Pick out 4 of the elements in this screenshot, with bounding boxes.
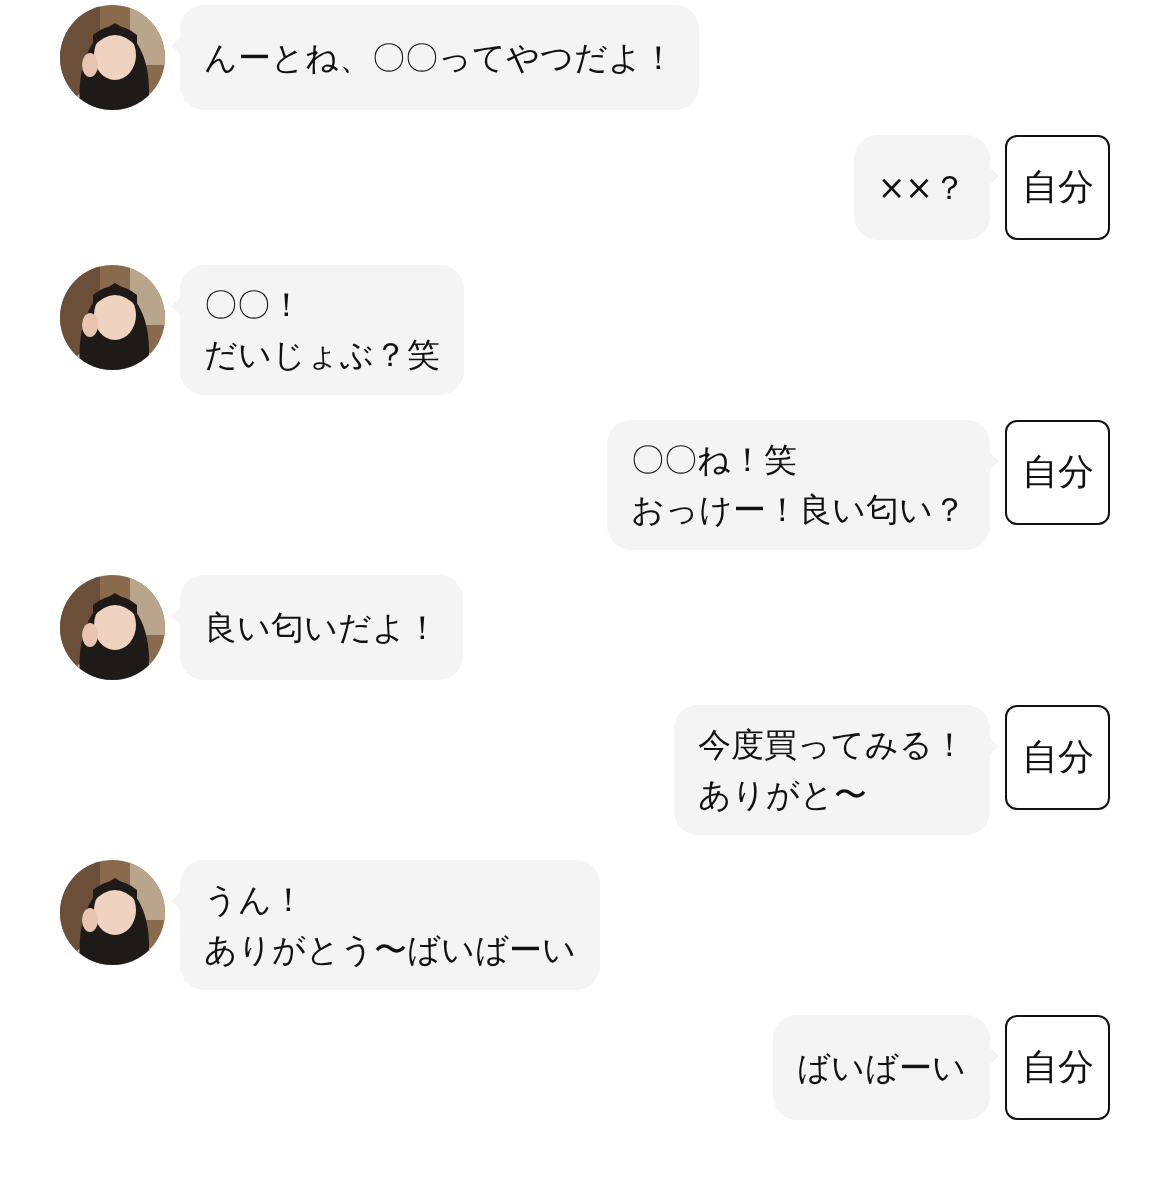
sender-label: 自分 (1005, 420, 1110, 525)
sender-label: 自分 (1005, 705, 1110, 810)
sender-label: 自分 (1005, 1015, 1110, 1120)
sender-label: 自分 (1005, 135, 1110, 240)
